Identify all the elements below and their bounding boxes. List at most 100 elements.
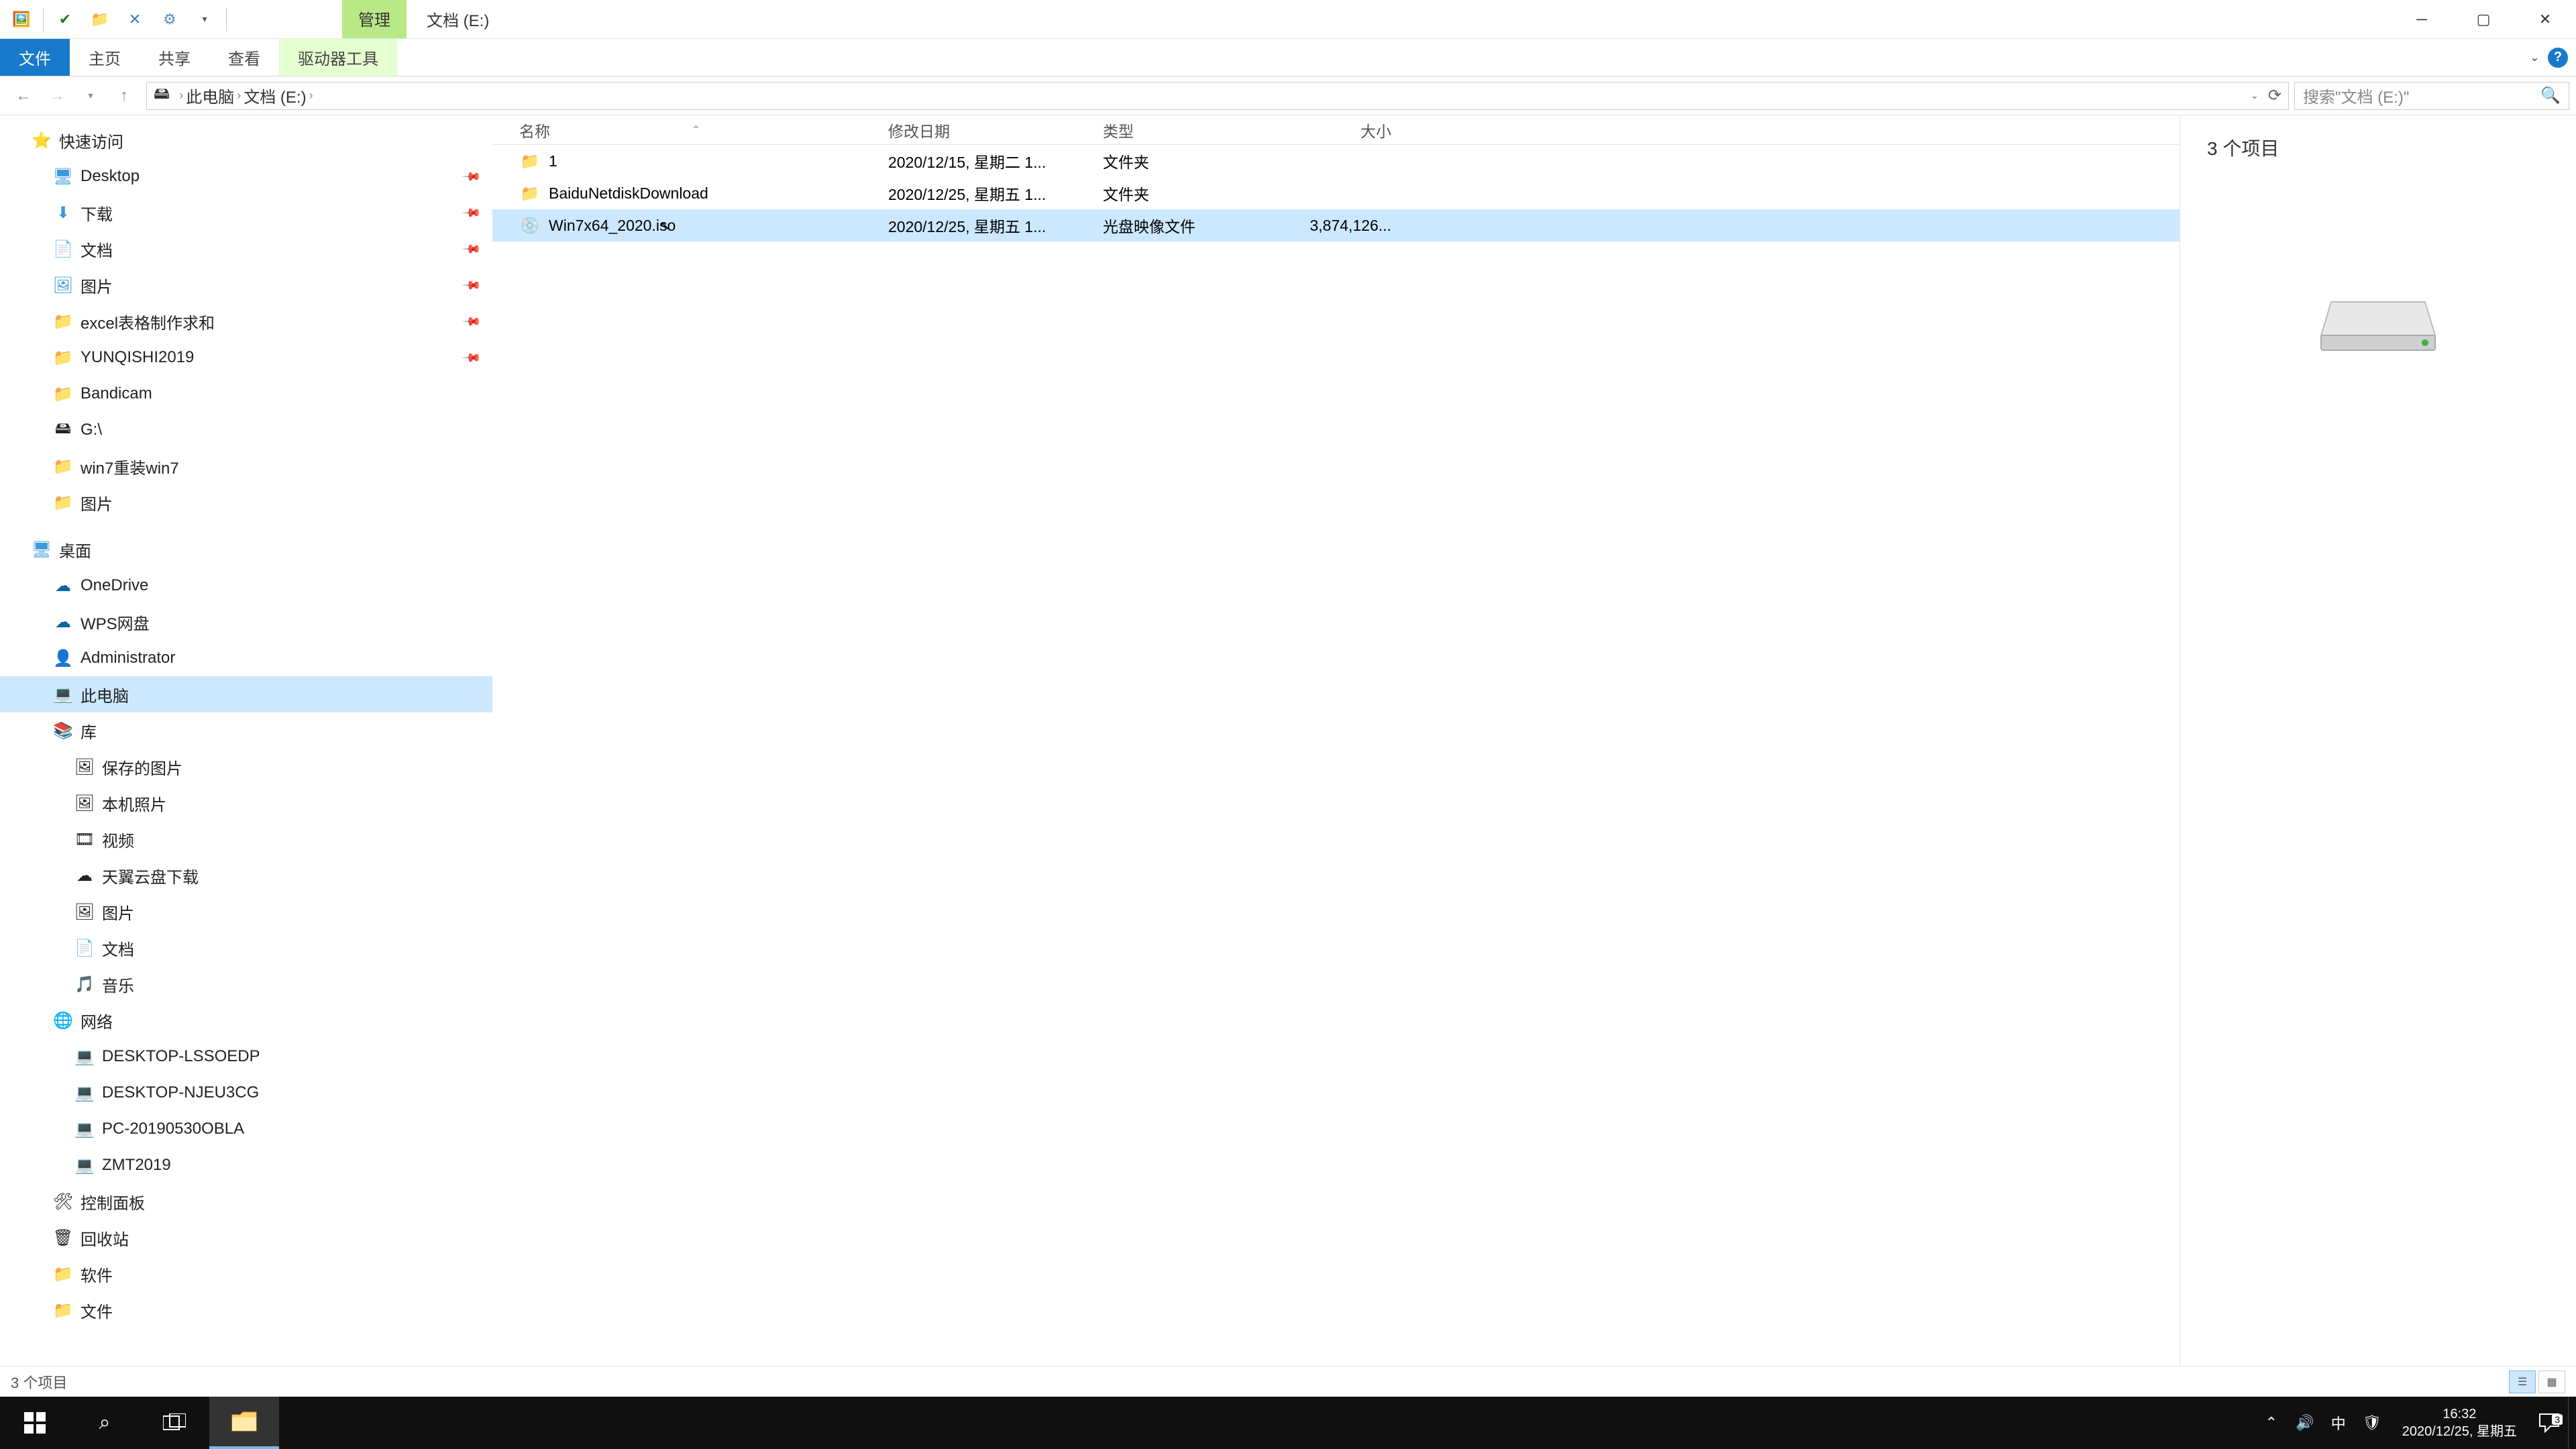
tree-files[interactable]: 📁文件	[0, 1292, 492, 1328]
chevron-right-icon[interactable]: ›	[234, 89, 244, 103]
tree-quick-access[interactable]: ⭐快速访问	[0, 122, 492, 158]
folder-icon: 📁	[52, 383, 74, 405]
breadcrumb-this-pc[interactable]: 此电脑	[186, 84, 234, 107]
file-row[interactable]: 📁BaiduNetdiskDownload 2020/12/25, 星期五 1.…	[492, 177, 2180, 209]
column-type[interactable]: 类型	[1103, 119, 1284, 142]
cloud-icon: ☁	[74, 865, 95, 886]
tree-lib-music[interactable]: 🎵音乐	[0, 966, 492, 1002]
action-center-button[interactable]: 3	[2530, 1413, 2568, 1433]
nav-back-button[interactable]: ←	[7, 79, 40, 113]
column-date[interactable]: 修改日期	[888, 119, 1103, 142]
qat-properties-icon[interactable]: ✔	[49, 3, 81, 36]
tree-qa-yunqishi[interactable]: 📁YUNQISHI2019📌	[0, 339, 492, 376]
close-button[interactable]: ✕	[2514, 0, 2576, 39]
address-input[interactable]: 🖴 › 此电脑 › 文档 (E:) › ⌄ ⟳	[146, 82, 2289, 110]
chevron-right-icon[interactable]: ›	[176, 89, 186, 103]
video-icon: 🎞	[74, 828, 95, 850]
qat-new-folder-icon[interactable]: 📁	[84, 3, 116, 36]
tab-file[interactable]: 文件	[0, 39, 70, 76]
tree-software[interactable]: 📁软件	[0, 1256, 492, 1292]
nav-recent-dropdown[interactable]: ▾	[74, 79, 107, 113]
qat-delete-icon[interactable]: ✕	[119, 3, 151, 36]
tree-qa-pictures[interactable]: 🖼图片📌	[0, 267, 492, 303]
tree-net-pc3[interactable]: 💻PC-20190530OBLA	[0, 1111, 492, 1147]
preview-pane: 3 个项目	[2180, 115, 2576, 1366]
tree-recycle-bin[interactable]: 🗑回收站	[0, 1220, 492, 1256]
tray-overflow-icon[interactable]: ⌃	[2255, 1414, 2288, 1432]
show-desktop-button[interactable]	[2568, 1397, 2576, 1449]
navigation-pane[interactable]: ⭐快速访问 🖥Desktop📌 ⬇下载📌 📄文档📌 🖼图片📌 📁excel表格制…	[0, 115, 492, 1366]
tree-desktop-root[interactable]: 🖥桌面	[0, 531, 492, 568]
tab-view[interactable]: 查看	[209, 39, 279, 76]
tree-qa-win7[interactable]: 📁win7重装win7	[0, 448, 492, 484]
tree-control-panel[interactable]: 🛠控制面板	[0, 1183, 492, 1220]
tab-share[interactable]: 共享	[140, 39, 209, 76]
start-button[interactable]	[0, 1397, 70, 1449]
file-row-selected[interactable]: 💿Win7x64_2020.iso↖ 2020/12/25, 星期五 1... …	[492, 209, 2180, 241]
desktop-icon: 🖥	[52, 166, 74, 187]
tree-qa-desktop[interactable]: 🖥Desktop📌	[0, 158, 492, 195]
breadcrumb-current[interactable]: 文档 (E:)	[244, 84, 306, 107]
recycle-icon: 🗑	[52, 1227, 74, 1248]
help-icon[interactable]: ?	[2548, 48, 2568, 68]
taskbar-clock[interactable]: 16:32 2020/12/25, 星期五	[2389, 1405, 2530, 1440]
tree-lib-documents[interactable]: 📄文档	[0, 930, 492, 966]
file-list[interactable]: 名称⌃ 修改日期 类型 大小 📁1 2020/12/15, 星期二 1... 文…	[492, 115, 2180, 1366]
tree-qa-excel[interactable]: 📁excel表格制作求和📌	[0, 303, 492, 339]
column-name[interactable]: 名称⌃	[492, 119, 888, 142]
cloud-icon: ☁	[52, 575, 74, 596]
qat-settings-icon[interactable]: ⚙	[154, 3, 186, 36]
tree-lib-tianyi[interactable]: ☁天翼云盘下载	[0, 857, 492, 894]
qat-app-icon[interactable]: 🖼️	[5, 3, 38, 36]
refresh-icon[interactable]: ⟳	[2268, 86, 2282, 105]
nav-up-button[interactable]: ↑	[107, 79, 141, 113]
pc-icon: 💻	[74, 1082, 95, 1104]
tree-lib-saved-pictures[interactable]: 🖼保存的图片	[0, 749, 492, 785]
tree-onedrive[interactable]: ☁OneDrive	[0, 568, 492, 604]
view-icons-button[interactable]: ▦	[2538, 1371, 2565, 1393]
address-dropdown-icon[interactable]: ⌄	[2244, 90, 2265, 101]
nav-forward-button[interactable]: →	[40, 79, 74, 113]
column-size[interactable]: 大小	[1284, 119, 1398, 142]
tree-net-pc4[interactable]: 💻ZMT2019	[0, 1147, 492, 1183]
file-row[interactable]: 📁1 2020/12/15, 星期二 1... 文件夹	[492, 145, 2180, 177]
contextual-tab-label: 管理	[342, 0, 407, 38]
qat-dropdown-icon[interactable]: ▾	[189, 3, 221, 36]
tree-this-pc[interactable]: 💻此电脑	[0, 676, 492, 712]
pin-icon: 📌	[461, 166, 482, 187]
tree-qa-pictures2[interactable]: 📁图片	[0, 484, 492, 521]
tree-administrator[interactable]: 👤Administrator	[0, 640, 492, 676]
tree-qa-bandicam[interactable]: 📁Bandicam	[0, 376, 492, 412]
tree-lib-pictures[interactable]: 🖼图片	[0, 894, 492, 930]
ime-indicator[interactable]: 中	[2322, 1412, 2355, 1434]
user-icon: 👤	[52, 647, 74, 669]
tree-qa-gdrive[interactable]: 🖴G:\	[0, 412, 492, 448]
tree-lib-videos[interactable]: 🎞视频	[0, 821, 492, 857]
maximize-button[interactable]: ▢	[2453, 0, 2514, 39]
tab-drive-tools[interactable]: 驱动器工具	[279, 39, 397, 76]
tree-net-pc2[interactable]: 💻DESKTOP-NJEU3CG	[0, 1075, 492, 1111]
ribbon-expand-icon[interactable]: ⌄	[2530, 50, 2540, 64]
folder-icon: 📁	[519, 150, 541, 172]
search-input[interactable]: 搜索"文档 (E:)" 🔍	[2294, 82, 2569, 110]
tree-qa-documents[interactable]: 📄文档📌	[0, 231, 492, 267]
tree-network[interactable]: 🌐网络	[0, 1002, 492, 1038]
tree-net-pc1[interactable]: 💻DESKTOP-LSSOEDP	[0, 1038, 492, 1075]
tab-home[interactable]: 主页	[70, 39, 140, 76]
chevron-right-icon[interactable]: ›	[307, 89, 316, 103]
volume-icon[interactable]: 🔊	[2288, 1414, 2322, 1432]
task-view-button[interactable]	[140, 1397, 209, 1449]
tree-libraries[interactable]: 📚库	[0, 712, 492, 749]
taskbar-explorer-button[interactable]	[209, 1397, 279, 1449]
drive-icon: 🖴	[52, 419, 74, 441]
tree-lib-camera-roll[interactable]: 🖼本机照片	[0, 785, 492, 821]
minimize-button[interactable]: ─	[2391, 0, 2453, 39]
security-icon[interactable]: 🛡	[2355, 1414, 2389, 1432]
preview-item-count: 3 个项目	[2207, 134, 2549, 161]
folder-icon: 📁	[52, 311, 74, 332]
search-icon[interactable]: 🔍	[2540, 86, 2561, 105]
tree-qa-downloads[interactable]: ⬇下载📌	[0, 195, 492, 231]
taskbar-search-button[interactable]: ⌕	[70, 1397, 140, 1449]
tree-wps[interactable]: ☁WPS网盘	[0, 604, 492, 640]
view-details-button[interactable]: ☰	[2509, 1371, 2536, 1393]
